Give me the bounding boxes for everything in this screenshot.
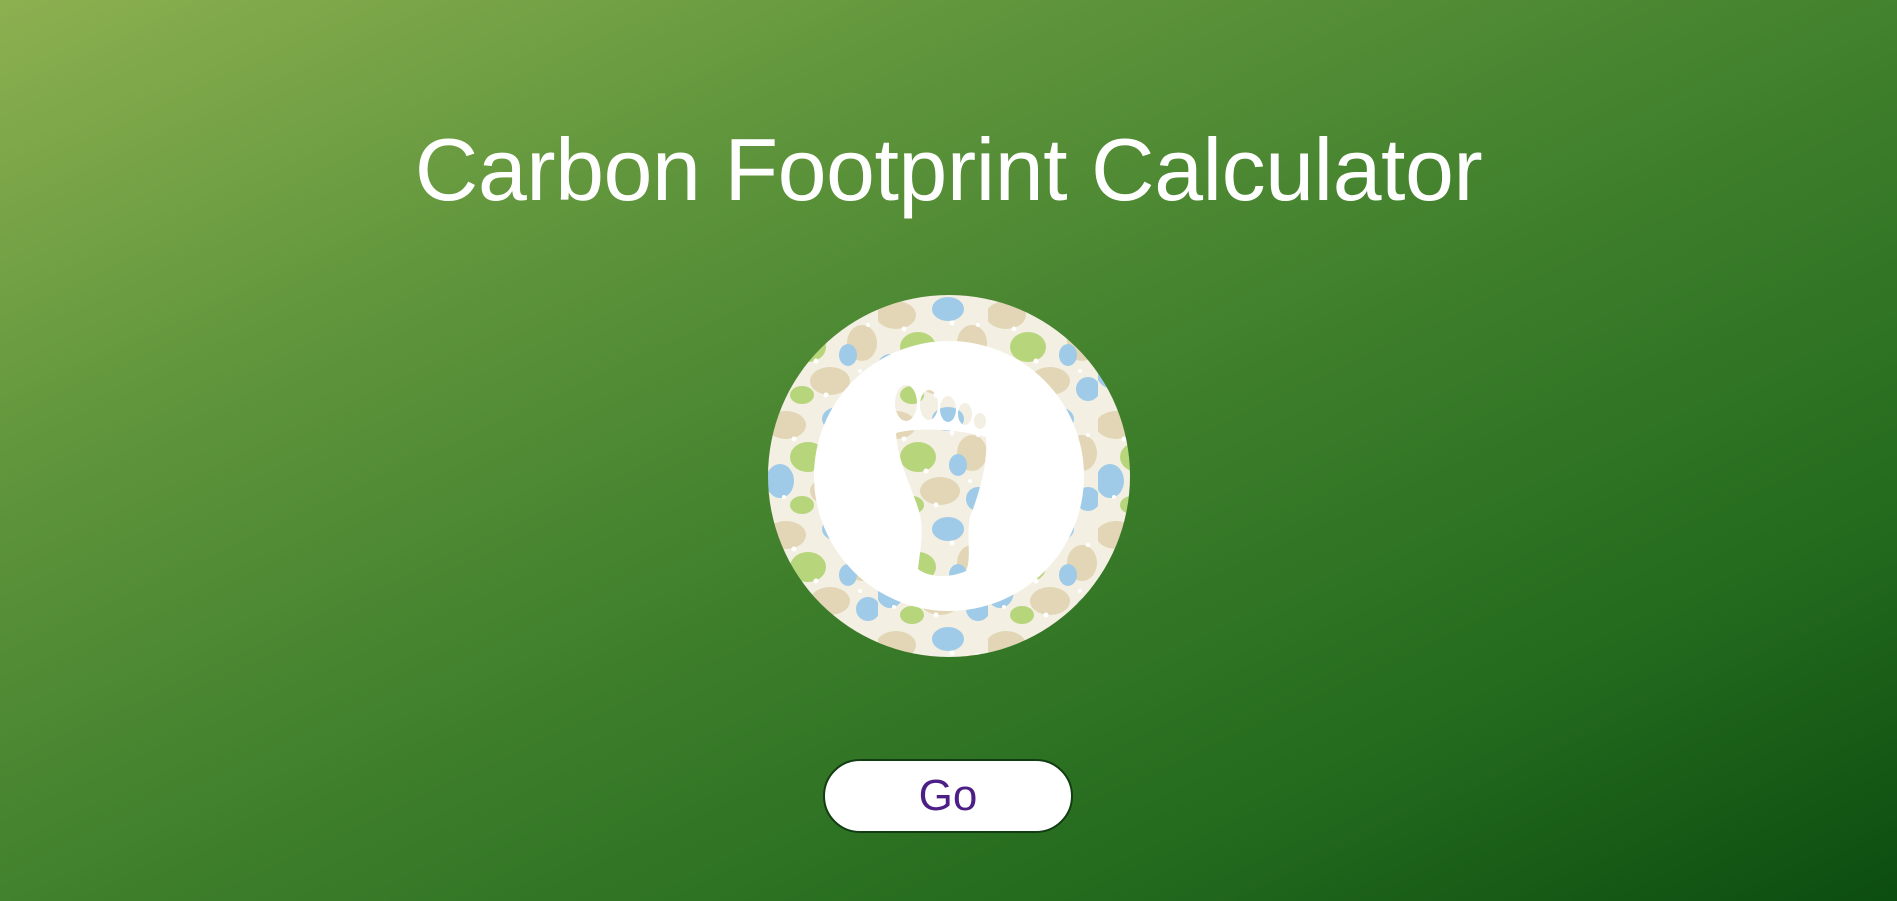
page-title: Carbon Footprint Calculator: [414, 120, 1483, 219]
go-button[interactable]: Go: [823, 759, 1073, 833]
landing-page: Carbon Footprint Calculator Go: [0, 0, 1897, 901]
footprint-icon: [768, 295, 1130, 657]
footprint-logo: [768, 295, 1130, 657]
